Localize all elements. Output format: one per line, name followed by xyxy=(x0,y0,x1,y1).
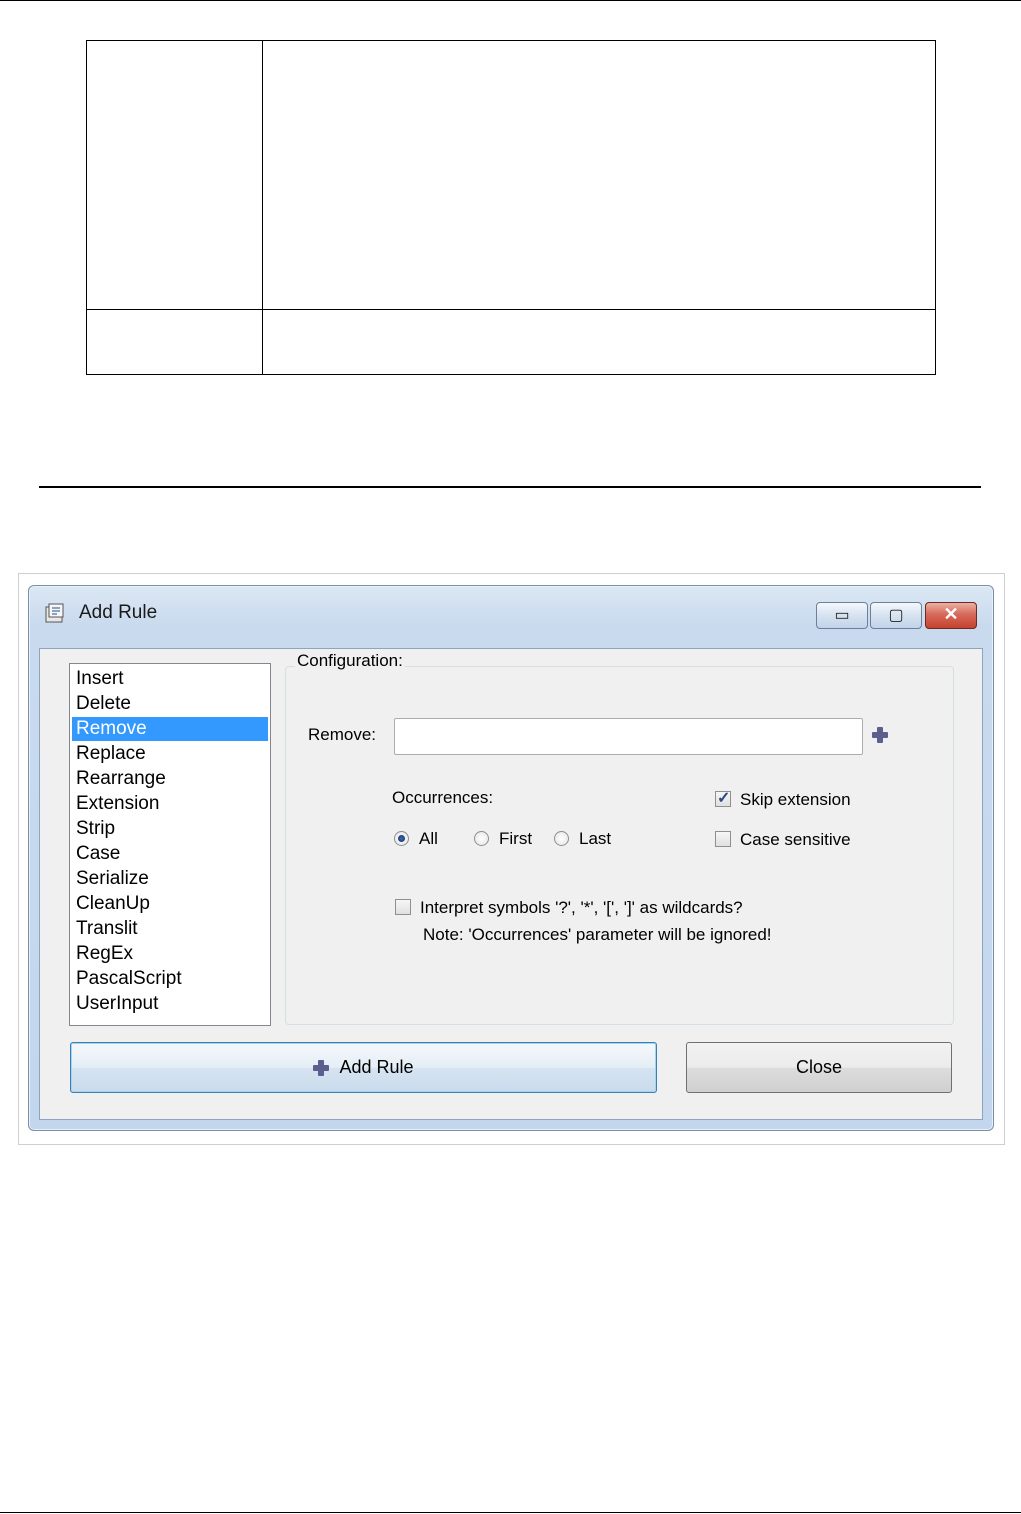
list-item-serialize[interactable]: Serialize xyxy=(72,867,268,891)
list-item-insert[interactable]: Insert xyxy=(72,667,268,691)
page-top-rule xyxy=(0,0,1021,1)
add-plus-icon[interactable] xyxy=(872,727,888,743)
occurrence-first-label: First xyxy=(499,829,533,848)
minimize-icon: ▭ xyxy=(834,607,850,624)
list-item-rearrange[interactable]: Rearrange xyxy=(72,767,268,791)
window-client-area: Insert Delete Remove Replace Rearrange E… xyxy=(39,648,983,1120)
occurrence-last-label: Last xyxy=(579,829,612,848)
close-window-button[interactable]: ✕ xyxy=(925,602,977,629)
list-item-regex[interactable]: RegEx xyxy=(72,942,268,966)
list-item-pascalscript[interactable]: PascalScript xyxy=(72,967,268,991)
wildcards-label: Interpret symbols '?', '*', '[', ']' as … xyxy=(420,898,743,917)
window-title: Add Rule xyxy=(79,602,158,623)
add-rule-button[interactable]: Add Rule xyxy=(70,1042,657,1093)
list-item-userinput[interactable]: UserInput xyxy=(72,992,268,1016)
configuration-label: Configuration: xyxy=(295,651,405,671)
add-rule-button-label: Add Rule xyxy=(339,1057,414,1077)
page-bottom-rule xyxy=(0,1512,1021,1513)
wildcards-note: Note: 'Occurrences' parameter will be ig… xyxy=(423,925,772,944)
table-row-divider xyxy=(87,309,935,310)
close-button-label: Close xyxy=(795,1057,843,1077)
close-button[interactable]: Close xyxy=(686,1042,952,1093)
add-rule-window: Add Rule ▭ ▢ ✕ Insert Delete Remove Repl… xyxy=(28,585,994,1131)
maximize-icon: ▢ xyxy=(888,607,904,624)
list-item-strip[interactable]: Strip xyxy=(72,817,268,841)
list-item-remove[interactable]: Remove xyxy=(72,717,268,741)
list-item-extension[interactable]: Extension xyxy=(72,792,268,816)
document-table xyxy=(86,40,936,375)
occurrence-last-radio[interactable] xyxy=(554,831,569,846)
occurrence-first-radio[interactable] xyxy=(474,831,489,846)
list-item-cleanup[interactable]: CleanUp xyxy=(72,892,268,916)
list-item-translit[interactable]: Translit xyxy=(72,917,268,941)
minimize-button[interactable]: ▭ xyxy=(816,602,868,629)
case-sensitive-label: Case sensitive xyxy=(740,830,851,849)
app-icon xyxy=(45,603,64,623)
rule-type-list[interactable]: Insert Delete Remove Replace Rearrange E… xyxy=(69,663,271,1026)
wildcards-checkbox[interactable] xyxy=(395,899,411,915)
remove-label: Remove: xyxy=(308,725,377,744)
list-item-delete[interactable]: Delete xyxy=(72,692,268,716)
maximize-button[interactable]: ▢ xyxy=(870,602,922,629)
remove-input[interactable] xyxy=(394,718,863,755)
occurrences-label: Occurrences: xyxy=(392,788,494,807)
close-icon: ✕ xyxy=(943,604,959,624)
table-column-divider xyxy=(262,41,263,374)
occurrence-all-radio[interactable] xyxy=(394,831,409,846)
list-item-case[interactable]: Case xyxy=(72,842,268,866)
occurrence-all-label: All xyxy=(419,829,438,848)
case-sensitive-checkbox[interactable] xyxy=(715,831,731,847)
checkmark-icon: ✓ xyxy=(717,790,731,807)
list-item-replace[interactable]: Replace xyxy=(72,742,268,766)
section-divider xyxy=(39,486,981,488)
add-rule-plus-icon xyxy=(313,1059,330,1076)
skip-extension-checkbox[interactable]: ✓ xyxy=(715,790,731,807)
skip-extension-label: Skip extension xyxy=(740,790,851,809)
